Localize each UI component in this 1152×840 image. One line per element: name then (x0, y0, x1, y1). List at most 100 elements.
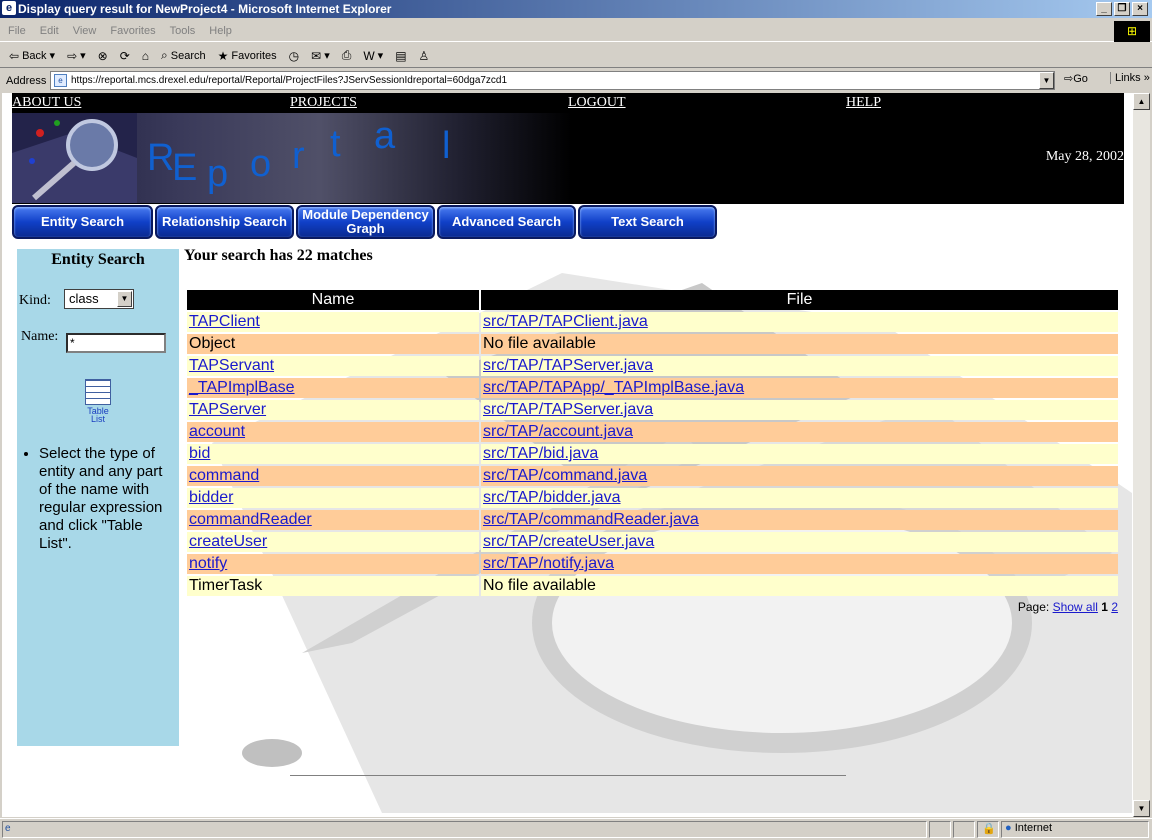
name-input[interactable]: * (66, 333, 166, 353)
cell-file: No file available (481, 334, 1118, 354)
help-text: Select the type of entity and any part o… (39, 445, 179, 553)
cell-file: No file available (481, 576, 1118, 596)
favorites-icon: ★ (217, 48, 229, 63)
search-button[interactable]: ⌕ Search (158, 47, 209, 64)
page-2-link[interactable]: 2 (1111, 600, 1118, 614)
entity-name-link[interactable]: commandReader (189, 511, 312, 528)
entity-name-link[interactable]: TAPServer (189, 401, 266, 418)
nav-text-search[interactable]: Text Search (578, 205, 717, 239)
links-button[interactable]: Links » (1110, 72, 1150, 84)
refresh-icon: ⟳ (119, 48, 130, 63)
panel-title: Entity Search (51, 251, 145, 268)
file-link[interactable]: src/TAP/TAPServer.java (483, 357, 653, 374)
address-url: https://reportal.mcs.drexel.edu/reportal… (71, 75, 508, 86)
toolbar: ⇦ Back ▾ ⇨ ▾ ⊗ ⟳ ⌂ ⌕ Search ★ Favorites ◷ ✉ ▾ … (0, 44, 1152, 68)
address-input[interactable]: e https://reportal.mcs.drexel.edu/report… (50, 71, 1055, 90)
help-list: Select the type of entity and any part o… (39, 445, 179, 553)
menu-favorites[interactable]: Favorites (110, 25, 155, 37)
file-link[interactable]: src/TAP/bidder.java (483, 489, 621, 506)
entity-name-link[interactable]: TAPClient (189, 313, 260, 330)
entity-name-link: TimerTask (189, 577, 263, 594)
mail-button[interactable]: ✉ ▾ (308, 48, 333, 64)
scroll-up-icon[interactable]: ▲ (1133, 93, 1150, 110)
favorites-button[interactable]: ★ Favorites (215, 48, 280, 64)
cell-file: src/TAP/TAPServer.java (481, 400, 1118, 420)
back-button[interactable]: ⇦ Back ▾ (6, 48, 58, 64)
nav-advanced-search[interactable]: Advanced Search (437, 205, 576, 239)
link-projects[interactable]: PROJECTS (290, 95, 357, 111)
cell-file: src/TAP/command.java (481, 466, 1118, 486)
entity-name-link[interactable]: _TAPImplBase (189, 379, 295, 396)
entity-name-link[interactable]: bidder (189, 489, 233, 506)
mail-dropdown-icon[interactable]: ▾ (324, 49, 330, 62)
file-link[interactable]: src/TAP/TAPClient.java (483, 313, 648, 330)
history-button[interactable]: ◷ (286, 48, 302, 64)
messenger-button[interactable]: ♙ (416, 48, 433, 64)
file-link[interactable]: src/TAP/notify.java (483, 555, 614, 572)
address-dropdown-icon[interactable]: ▼ (1039, 72, 1054, 89)
back-dropdown-icon[interactable]: ▾ (50, 49, 56, 62)
menu-bar: File Edit View Favorites Tools Help (0, 20, 1152, 42)
match-count: Your search has 22 matches (184, 247, 373, 264)
scroll-down-icon[interactable]: ▼ (1133, 800, 1150, 817)
show-all-link[interactable]: Show all (1053, 600, 1098, 614)
file-link[interactable]: src/TAP/TAPServer.java (483, 401, 653, 418)
table-row: bidder src/TAP/bidder.java (187, 488, 1118, 508)
table-row: Object No file available (187, 334, 1118, 354)
home-button[interactable]: ⌂ (139, 48, 152, 64)
discuss-button[interactable]: ▤ (392, 48, 409, 64)
file-link[interactable]: src/TAP/command.java (483, 467, 647, 484)
entity-name-link[interactable]: createUser (189, 533, 267, 550)
divider (290, 775, 846, 776)
go-button[interactable]: ⇨Go (1064, 72, 1088, 85)
nav-module-dependency-graph[interactable]: Module Dependency Graph (296, 205, 435, 239)
cell-file: src/TAP/TAPApp/_TAPImplBase.java (481, 378, 1118, 398)
entity-name-link[interactable]: command (189, 467, 259, 484)
forward-dropdown-icon[interactable]: ▾ (80, 49, 86, 62)
name-label: Name: (21, 329, 59, 344)
top-links: ABOUT US PROJECTS LOGOUT HELP (12, 95, 1124, 113)
restore-button[interactable]: ❐ (1114, 2, 1130, 16)
entity-name-link[interactable]: bid (189, 445, 210, 462)
entity-name-link[interactable]: TAPServant (189, 357, 274, 374)
link-help[interactable]: HELP (846, 95, 881, 111)
entity-name-link[interactable]: notify (189, 555, 227, 572)
nav-entity-search[interactable]: Entity Search (12, 205, 153, 239)
edit-dropdown-icon[interactable]: ▾ (378, 49, 384, 62)
history-icon: ◷ (288, 48, 300, 63)
file-link[interactable]: src/TAP/commandReader.java (483, 511, 699, 528)
table-row: TimerTask No file available (187, 576, 1118, 596)
vertical-scrollbar[interactable]: ▲ ▼ (1133, 93, 1150, 817)
link-about-us[interactable]: ABOUT US (12, 95, 81, 111)
chevron-down-icon[interactable]: ▼ (117, 291, 132, 307)
cell-file: src/TAP/createUser.java (481, 532, 1118, 552)
refresh-button[interactable]: ⟳ (117, 48, 133, 64)
edit-button[interactable]: W ▾ (360, 48, 386, 64)
address-bar: Address e https://reportal.mcs.drexel.ed… (0, 69, 1152, 93)
menu-file[interactable]: File (8, 25, 26, 37)
forward-button[interactable]: ⇨ ▾ (64, 48, 89, 64)
go-arrow-icon: ⇨ (1064, 73, 1074, 85)
link-logout[interactable]: LOGOUT (568, 95, 626, 111)
file-link[interactable]: src/TAP/bid.java (483, 445, 598, 462)
print-button[interactable]: ⎙ (339, 47, 355, 64)
kind-select[interactable]: class ▼ (64, 289, 134, 309)
pagination: Page: Show all 1 2 (1018, 600, 1118, 614)
minimize-button[interactable]: _ (1096, 2, 1112, 16)
menu-tools[interactable]: Tools (170, 25, 196, 37)
header-date: May 28, 2002 (1045, 149, 1124, 164)
stop-button[interactable]: ⊗ (95, 48, 111, 64)
file-link[interactable]: src/TAP/account.java (483, 423, 633, 440)
nav-relationship-search[interactable]: Relationship Search (155, 205, 294, 239)
menu-help[interactable]: Help (209, 25, 232, 37)
file-link[interactable]: src/TAP/createUser.java (483, 533, 654, 550)
status-cell (953, 821, 975, 838)
menu-view[interactable]: View (73, 25, 97, 37)
close-button[interactable]: × (1132, 2, 1148, 16)
entity-name-link[interactable]: account (189, 423, 245, 440)
file-link[interactable]: src/TAP/TAPApp/_TAPImplBase.java (483, 379, 744, 396)
menu-edit[interactable]: Edit (40, 25, 59, 37)
table-list-button[interactable]: Table List (83, 379, 113, 424)
table-row: notify src/TAP/notify.java (187, 554, 1118, 574)
mail-icon: ✉ (311, 48, 322, 63)
